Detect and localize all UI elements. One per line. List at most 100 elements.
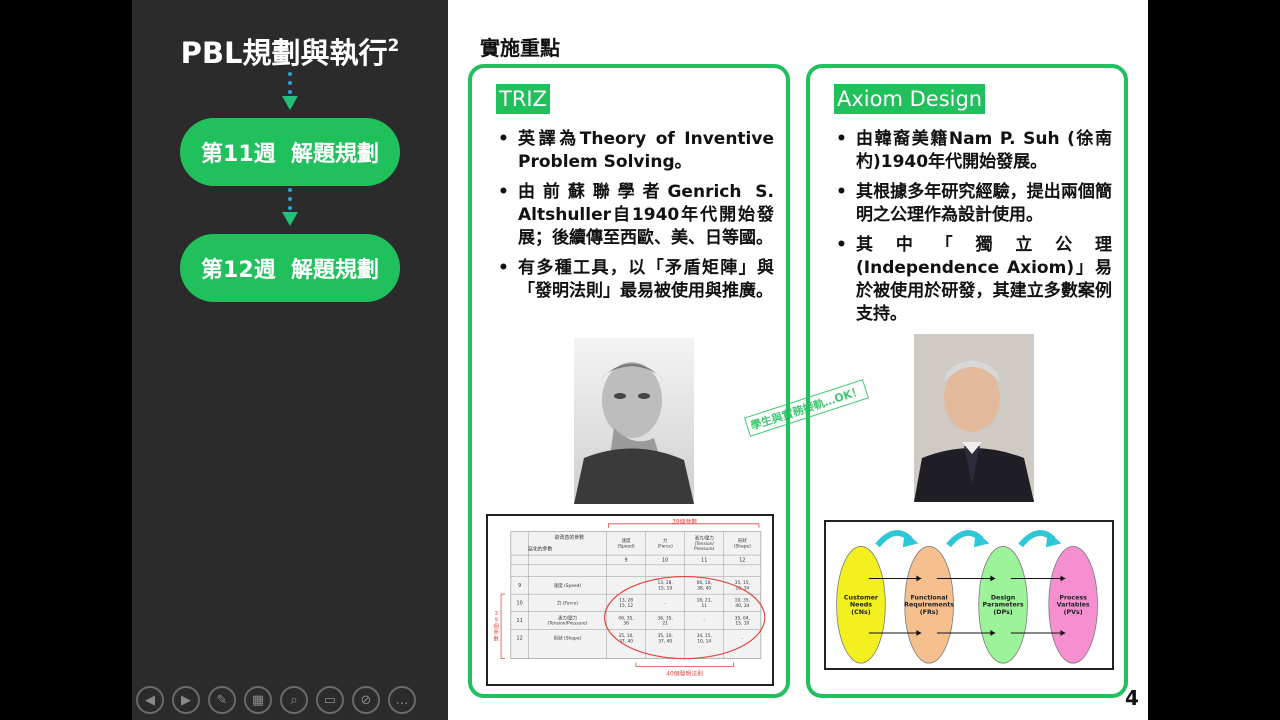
flow-arrow-icon <box>282 188 298 232</box>
triz-bullet: 有多種工具，以「矛盾矩陣」與「發明法則」最易被使用與推廣。 <box>498 257 774 303</box>
matrix-col-header: (Shape) <box>734 544 751 550</box>
matrix-cell: 37, 40 <box>619 638 633 644</box>
matrix-side-label: 個 <box>493 622 498 630</box>
matrix-cell: 35, 10, <box>618 633 633 639</box>
matrix-top-label: 39個參數 <box>672 517 697 525</box>
matrix-cell: 15, 19 <box>658 586 672 592</box>
matrix-cell: 36 <box>623 621 629 627</box>
matrix-cell: 35, 10, <box>658 633 673 639</box>
left-panel: PBL規劃與執行2 第11週 解題規劃 第12週 解題規劃 <box>132 0 448 720</box>
matrix-row-header: 速度 (Speed) <box>554 582 582 589</box>
matrix-cell: 40, 34 <box>735 603 749 609</box>
matrix-col-number: 12 <box>739 557 745 563</box>
axiomatic-domains-diagram: Customer Needs (CNs) Functional Requirements… <box>824 520 1114 670</box>
matrix-row-number: 9 <box>518 583 521 589</box>
matrix-row-number: 10 <box>517 600 523 606</box>
domain-label: Process <box>1059 594 1087 601</box>
matrix-corner-bottom: 惡化的參數 <box>528 546 552 553</box>
matrix-side-label: 參 <box>493 628 499 636</box>
week-11-pill: 第11週 解題規劃 <box>180 118 400 186</box>
screen-icon[interactable]: ▭ <box>316 686 344 714</box>
axiom-bullet: 由韓裔美籍Nam P. Suh (徐南杓)1940年代開始發展。 <box>836 128 1112 174</box>
matrix-cell: 38, 40 <box>697 586 711 592</box>
axiomatic-domains-graphic: CustomerNeeds(CNs) FunctionalRequirements… <box>836 530 1098 664</box>
prev-icon[interactable]: ◀ <box>136 686 164 714</box>
matrix-side-label: 9 <box>494 618 498 624</box>
axiom-tag: Axiom Design <box>834 84 986 114</box>
triz-tag: TRIZ <box>496 84 550 114</box>
matrix-col-header: 張力/壓力 <box>695 534 714 541</box>
matrix-col-header: Pressure) <box>694 546 715 552</box>
panel-title-text: PBL規劃與執行 <box>180 36 388 70</box>
matrix-row-header: (Tension/Pressure) <box>548 621 588 627</box>
nam-suh-photo <box>914 334 1034 502</box>
matrix-col-header: 形狀 <box>738 537 747 544</box>
matrix-row-number: 11 <box>517 618 523 624</box>
matrix-col-header: 速度 <box>622 537 631 544</box>
triz-card: TRIZ 英譯為Theory of Inventive Problem Solv… <box>468 64 790 698</box>
matrix-cell: 18, 21, <box>697 598 712 604</box>
matrix-row-header: 張力/壓力 <box>558 614 577 621</box>
matrix-cell: 36, 35, <box>658 615 673 621</box>
triz-bullets: 英譯為Theory of Inventive Problem Solving。 … <box>498 128 774 310</box>
matrix-row-header: 力 (Force) <box>557 599 578 606</box>
zoom-icon[interactable]: ⌕ <box>280 686 308 714</box>
zigzag-arrow-head <box>973 531 990 548</box>
next-icon[interactable]: ▶ <box>172 686 200 714</box>
panel-title-sup: 2 <box>387 36 400 56</box>
triz-bullet: 英譯為Theory of Inventive Problem Solving。 <box>498 128 774 174</box>
contradiction-matrix-graphic: 欲改善的參數惡化的參數速度(Speed)9力(Force)10張力/壓力(Ten… <box>493 517 766 678</box>
axiom-card: Axiom Design 由韓裔美籍Nam P. Suh (徐南杓)1940年代… <box>806 64 1128 698</box>
page-number: 4 <box>1125 686 1139 710</box>
contradiction-matrix: 欲改善的參數 惡化的參數 速度 (Speed) 9 力 (Force) 10 張力/壓力 (Ten… <box>486 514 774 686</box>
matrix-col-number: 10 <box>662 557 668 563</box>
matrix-cell: 35, 04, <box>735 615 750 621</box>
slide: 實施重點 TRIZ 英譯為Theory of Inventive Problem… <box>448 0 1148 720</box>
domain-label: (DPs) <box>993 609 1012 616</box>
matrix-bottom-label: 40個發明法則 <box>666 670 703 678</box>
matrix-cell: 15, 12 <box>619 603 633 609</box>
matrix-cell: 15, 10 <box>735 621 749 627</box>
domain-label: Needs <box>850 602 872 609</box>
matrix-col-header: 力 <box>663 537 667 544</box>
matrix-cell: 11 <box>701 603 707 609</box>
altshuller-photo <box>574 338 694 504</box>
matrix-cell: 10, 35, <box>735 598 750 604</box>
week-12-pill: 第12週 解題規劃 <box>180 234 400 302</box>
domain-label: Functional <box>911 594 948 601</box>
triz-bullet: 由前蘇聯學者Genrich S. Altshuller自1940年代開始發展；後… <box>498 181 774 250</box>
domain-label: (CNs) <box>851 609 871 616</box>
matrix-cell: 13, 28, <box>658 580 673 586</box>
domain-label: Design <box>991 594 1015 601</box>
matrix-col-number: 9 <box>625 557 628 563</box>
camera-icon[interactable]: ⊘ <box>352 686 380 714</box>
domain-label: Customer <box>844 594 879 601</box>
matrix-cell: 34, 15, <box>697 633 712 639</box>
slides-icon[interactable]: ▦ <box>244 686 272 714</box>
matrix-side-label: 3 <box>494 611 497 617</box>
domain-label: (PVs) <box>1064 609 1083 616</box>
matrix-cell: 21 <box>662 621 668 627</box>
matrix-side-label: 數 <box>493 635 499 643</box>
presentation-stage: PBL規劃與執行2 第11週 解題規劃 第12週 解題規劃 ◀ ▶ ✎ ▦ ⌕ ▭ ⊘ … 實… <box>0 0 1280 720</box>
domain-label: Requirements <box>904 602 954 609</box>
domain-label: (FRs) <box>920 609 939 616</box>
matrix-cell: 06, 35, <box>618 615 633 621</box>
axiom-bullet: 其中「獨立公理(Independence Axiom)」易於被使用於研發，其建立… <box>836 234 1112 326</box>
matrix-col-header: (Force) <box>658 544 674 550</box>
slideshow-controls: ◀ ▶ ✎ ▦ ⌕ ▭ ⊘ … <box>136 686 416 716</box>
matrix-cell: 06, 18, <box>697 580 712 586</box>
domain-label: Variables <box>1057 602 1090 609</box>
matrix-col-number: 11 <box>701 557 707 563</box>
pen-icon[interactable]: ✎ <box>208 686 236 714</box>
axiom-bullets: 由韓裔美籍Nam P. Suh (徐南杓)1940年代開始發展。 其根據多年研究… <box>836 128 1112 333</box>
matrix-side-bracket <box>500 593 505 659</box>
matrix-corner-top: 欲改善的參數 <box>555 534 584 541</box>
matrix-row-number: 12 <box>517 636 523 642</box>
more-icon[interactable]: … <box>388 686 416 714</box>
matrix-row-header: 形狀 (Shape) <box>554 635 582 642</box>
zigzag-arrow-head <box>902 531 919 548</box>
matrix-cell: 37, 40 <box>658 638 672 644</box>
axiom-bullet: 其根據多年研究經驗，提出兩個簡明之公理作為設計使用。 <box>836 181 1112 227</box>
matrix-col-header: (Speed) <box>618 544 635 550</box>
